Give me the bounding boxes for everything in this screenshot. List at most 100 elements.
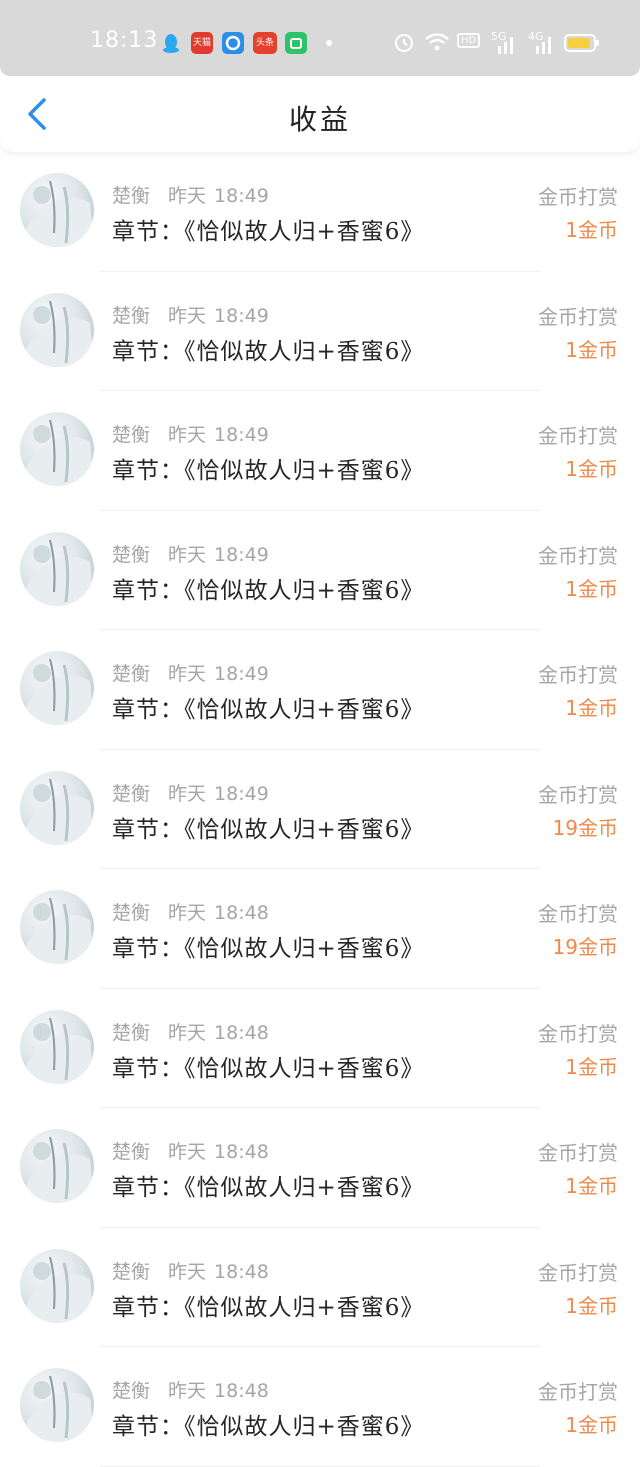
user-name: 楚衡 [112,782,151,805]
hd-badge: HD [457,33,481,48]
item-meta: 楚衡 昨天 18:48 [112,898,269,925]
reward-type: 金币打赏 [538,185,618,209]
reward-amount: 1金币 [565,1293,618,1318]
list-item[interactable]: 楚衡 昨天 18:48 章节：《恰似故人归+香蜜6》 金币打赏 1金币 [0,1108,640,1228]
avatar[interactable] [20,531,94,606]
avatar-image [20,1375,94,1442]
list-item[interactable]: 楚衡 昨天 18:48 章节：《恰似故人归+香蜜6》 金币打赏 1金币 [0,1228,640,1348]
avatar[interactable] [20,1368,94,1442]
list-item[interactable]: 楚衡 昨天 18:48 章节：《恰似故人归+香蜜6》 金币打赏 1金币 [0,989,640,1109]
avatar[interactable] [20,292,94,367]
item-meta: 楚衡 昨天 18:48 [112,1137,269,1164]
avatar[interactable] [20,890,94,964]
reward-amount: 1金币 [565,457,618,481]
user-name: 楚衡 [112,1380,151,1402]
status-time: 18:13 [90,28,159,53]
avatar[interactable] [20,770,94,845]
avatar[interactable] [20,1129,94,1203]
reward-amount: 1金币 [565,576,618,601]
reward-type: 金币打赏 [538,1021,618,1046]
alarm-icon [392,30,416,58]
chapter-title: 章节：《恰似故人归+香蜜6》 [112,1055,425,1082]
item-day: 昨天 [168,424,207,446]
reward-type: 金币打赏 [538,782,618,807]
avatar-image [20,897,94,964]
avatar-image [20,300,94,367]
item-time: 18:48 [214,1141,269,1163]
list-item[interactable]: 楚衡 昨天 18:49 章节：《恰似故人归+香蜜6》 金币打赏 1金币 [0,511,640,631]
list-item[interactable]: 楚衡 昨天 18:48 章节：《恰似故人归+香蜜6》 金币打赏 19金币 [0,869,640,989]
item-day: 昨天 [168,1141,207,1163]
avatar[interactable] [20,173,94,247]
user-name: 楚衡 [112,902,151,924]
qq-icon [160,32,182,54]
reward-type: 金币打赏 [538,543,618,568]
list-item[interactable]: 楚衡 昨天 18:48 章节：《恰似故人归+香蜜6》 金币打赏 1金币 [0,1347,640,1467]
user-name: 楚衡 [112,1021,151,1044]
avatar-image [20,1136,94,1203]
item-time: 18:49 [214,424,269,446]
item-time: 18:49 [214,782,269,805]
reward-type: 金币打赏 [538,902,618,926]
notification-dot [326,40,332,46]
page-title: 收益 [288,103,351,136]
reward-type: 金币打赏 [538,1380,618,1404]
battery-icon [564,34,600,56]
reward-amount: 1金币 [565,1413,618,1437]
earnings-list: 楚衡 昨天 18:49 章节：《恰似故人归+香蜜6》 金币打赏 1金币 楚衡 昨天 18:49 章… [0,152,640,1467]
item-time: 18:49 [214,663,269,685]
list-item[interactable]: 楚衡 昨天 18:49 章节：《恰似故人归+香蜜6》 金币打赏 1金币 [0,152,640,272]
avatar[interactable] [20,651,94,725]
item-time: 18:48 [214,1260,269,1283]
item-time: 18:48 [214,1021,269,1044]
reward-amount: 1金币 [565,1054,618,1079]
item-meta: 楚衡 昨天 18:48 [112,1257,269,1284]
list-item[interactable]: 楚衡 昨天 18:49 章节：《恰似故人归+香蜜6》 金币打赏 1金币 [0,391,640,511]
item-meta: 楚衡 昨天 18:49 [112,659,269,686]
reward-amount: 1金币 [565,337,618,362]
avatar[interactable] [20,1009,94,1084]
reward-amount: 19金币 [552,815,618,840]
item-day: 昨天 [168,185,207,207]
item-meta: 楚衡 昨天 18:49 [112,301,269,328]
item-meta: 楚衡 昨天 18:49 [112,181,269,208]
reward-type: 金币打赏 [538,424,618,448]
list-item[interactable]: 楚衡 昨天 18:49 章节：《恰似故人归+香蜜6》 金币打赏 1金币 [0,272,640,392]
item-day: 昨天 [168,543,207,566]
item-time: 18:49 [214,185,269,207]
user-name: 楚衡 [112,424,151,446]
chapter-title: 章节：《恰似故人归+香蜜6》 [112,816,425,843]
reward-type: 金币打赏 [538,1141,618,1165]
user-name: 楚衡 [112,1260,151,1283]
avatar-image [20,1017,94,1084]
avatar-image [20,419,94,486]
avatar-image [20,1256,94,1323]
chapter-title: 章节：《恰似故人归+香蜜6》 [112,697,425,723]
chapter-title: 章节：《恰似故人归+香蜜6》 [112,338,425,365]
chapter-title: 章节：《恰似故人归+香蜜6》 [112,1294,425,1321]
status-bar: 18:13 天猫 头条 HD 5G 4G [0,0,640,76]
signal-icon-sim2 [532,36,556,58]
item-meta: 楚衡 昨天 18:49 [112,420,269,447]
item-time: 18:48 [214,902,269,924]
item-meta: 楚衡 昨天 18:48 [112,1018,269,1045]
avatar-image [20,658,94,725]
list-item[interactable]: 楚衡 昨天 18:49 章节：《恰似故人归+香蜜6》 金币打赏 19金币 [0,750,640,870]
tmall-icon: 天猫 [191,32,213,54]
avatar[interactable] [20,412,94,486]
item-day: 昨天 [168,902,207,924]
item-day: 昨天 [168,1021,207,1044]
user-name: 楚衡 [112,185,151,207]
user-name: 楚衡 [112,663,151,685]
chapter-title: 章节：《恰似故人归+香蜜6》 [112,577,425,604]
item-time: 18:49 [214,543,269,566]
item-day: 昨天 [168,1260,207,1283]
avatar[interactable] [20,1248,94,1323]
chapter-title: 章节：《恰似故人归+香蜜6》 [112,936,425,962]
user-name: 楚衡 [112,1141,151,1163]
nav-bar: 收益 [0,76,640,152]
item-meta: 楚衡 昨天 18:48 [112,1376,269,1403]
reward-amount: 1金币 [565,696,618,720]
list-item[interactable]: 楚衡 昨天 18:49 章节：《恰似故人归+香蜜6》 金币打赏 1金币 [0,630,640,750]
item-time: 18:49 [214,304,269,327]
